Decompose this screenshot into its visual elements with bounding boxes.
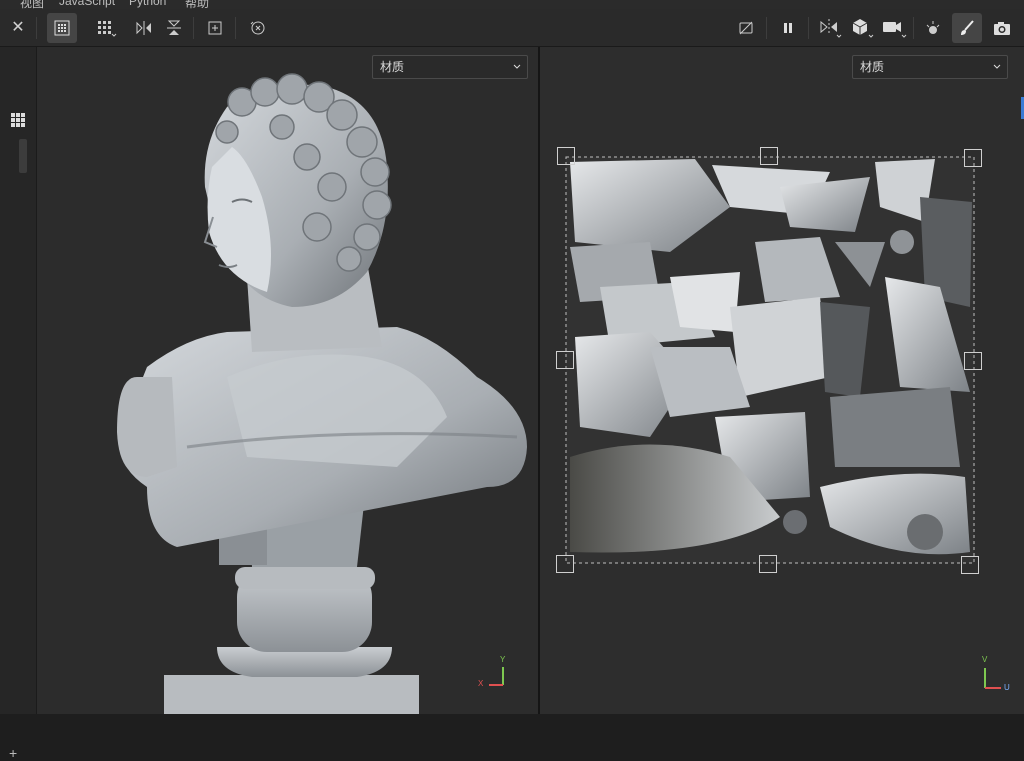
frame-fit-button[interactable] bbox=[200, 13, 230, 43]
panel-grid-button[interactable] bbox=[3, 105, 33, 135]
bust-model bbox=[117, 73, 527, 714]
toolbar-separator bbox=[913, 17, 914, 39]
panel-scrollbar[interactable] bbox=[19, 139, 27, 173]
uv-layout bbox=[565, 156, 975, 564]
camera-button[interactable] bbox=[879, 13, 909, 43]
menu-item-python[interactable]: Python bbox=[129, 0, 166, 8]
uv-handle-left[interactable] bbox=[556, 351, 574, 369]
uv-handle-bottom[interactable] bbox=[759, 555, 777, 573]
toolbar-separator bbox=[36, 17, 37, 39]
material-select-value: 材质 bbox=[380, 60, 405, 74]
uv-handle-top[interactable] bbox=[760, 147, 778, 165]
toolbar-separator bbox=[808, 17, 809, 39]
grid-options-button[interactable] bbox=[91, 13, 121, 43]
add-icon[interactable]: + bbox=[9, 745, 17, 761]
pause-button[interactable] bbox=[773, 13, 803, 43]
menu-item-view[interactable]: 视图 bbox=[20, 0, 44, 9]
close-icon[interactable]: ✕ bbox=[6, 18, 30, 38]
hide-button[interactable] bbox=[731, 13, 761, 43]
uv-grid-button[interactable] bbox=[47, 13, 77, 43]
hide-icon bbox=[739, 21, 753, 35]
uv-handle-top-right[interactable] bbox=[964, 149, 982, 167]
menu-item-javascript[interactable]: JavaScript bbox=[59, 0, 115, 8]
symmetry-icon bbox=[820, 19, 842, 38]
camera-icon bbox=[883, 22, 907, 38]
reset-view-button[interactable] bbox=[243, 13, 273, 43]
menu-bar: 视图 JavaScript Python 帮助 bbox=[0, 0, 1024, 9]
symmetry-button[interactable] bbox=[815, 13, 845, 43]
uv-handle-top-left[interactable] bbox=[557, 147, 575, 165]
cube-view-icon bbox=[852, 19, 874, 38]
toolbar-separator bbox=[766, 17, 767, 39]
axis-y-label: Y bbox=[500, 655, 506, 664]
grid-options-icon bbox=[98, 21, 117, 37]
screenshot-icon bbox=[994, 22, 1010, 35]
viewport-toolbar: ✕ bbox=[0, 9, 1024, 47]
uv-handle-right[interactable] bbox=[964, 352, 982, 370]
material-select[interactable]: 材质 bbox=[372, 55, 528, 79]
grid-icon bbox=[11, 113, 25, 127]
lighting-icon bbox=[926, 21, 940, 34]
uv-axis-u-label: U bbox=[1004, 683, 1010, 692]
uv-axis-gizmo: V U bbox=[980, 654, 1010, 694]
menu-item-help[interactable]: 帮助 bbox=[185, 0, 209, 9]
uv-axis-v-label: V bbox=[982, 655, 988, 664]
mirror-vertical-button[interactable] bbox=[159, 13, 189, 43]
mirror-horizontal-icon bbox=[136, 21, 151, 35]
uv-handle-bottom-right[interactable] bbox=[961, 556, 979, 574]
brush-icon bbox=[961, 20, 974, 35]
left-panel-strip: + bbox=[0, 47, 37, 761]
toolbar-separator bbox=[193, 17, 194, 39]
chevron-down-icon bbox=[513, 64, 521, 69]
mirror-vertical-icon bbox=[167, 20, 181, 35]
viewport-uv[interactable]: 材质 V U bbox=[540, 47, 1024, 714]
frame-fit-icon bbox=[208, 21, 222, 35]
screenshot-button[interactable] bbox=[987, 13, 1017, 43]
axis-x-label: X bbox=[478, 679, 484, 688]
brush-button[interactable] bbox=[952, 13, 982, 43]
uv-handle-bottom-left[interactable] bbox=[556, 555, 574, 573]
mirror-horizontal-button[interactable] bbox=[129, 13, 159, 43]
cube-view-button[interactable] bbox=[847, 13, 877, 43]
reset-view-icon bbox=[250, 21, 265, 35]
pause-icon bbox=[784, 23, 792, 33]
uv-grid-icon bbox=[54, 20, 70, 36]
viewport-3d[interactable]: 材质 Y X bbox=[37, 47, 538, 714]
axis-gizmo: Y X bbox=[477, 655, 507, 691]
toolbar-separator bbox=[235, 17, 236, 39]
lighting-button[interactable] bbox=[918, 13, 948, 43]
